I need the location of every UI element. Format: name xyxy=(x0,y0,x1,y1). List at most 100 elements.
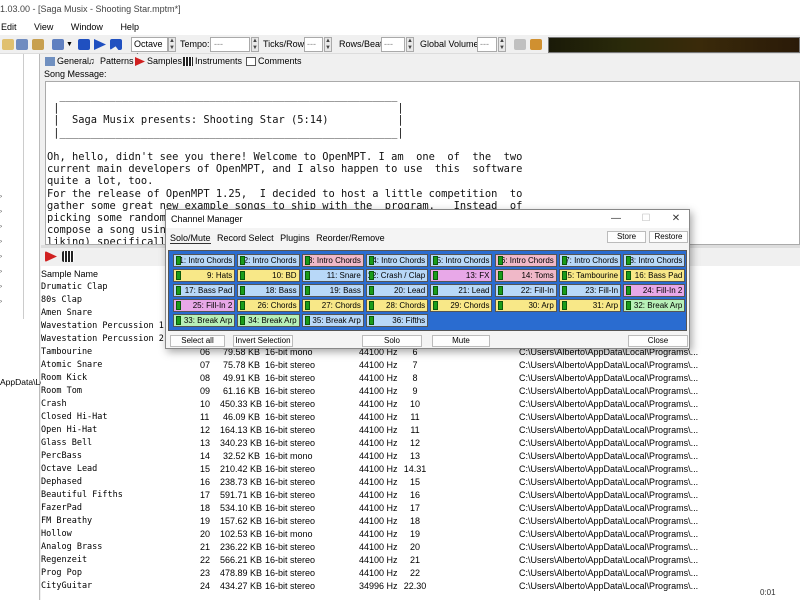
options-icon[interactable] xyxy=(514,39,526,50)
channel-toggle[interactable]: 35: Break Arp xyxy=(301,314,364,327)
tempo-field[interactable]: --- xyxy=(210,37,250,52)
dropdown-arrow-icon[interactable]: ▼ xyxy=(66,39,73,50)
octave-field[interactable]: Octave 4 xyxy=(131,37,168,62)
maximize-icon[interactable]: ☐ xyxy=(636,210,656,228)
tab-patterns[interactable]: ♫ Patterns xyxy=(86,55,134,68)
channel-toggle[interactable]: 33: Break Arp xyxy=(173,314,236,327)
channel-toggle[interactable]: 25: Fill-In 2 xyxy=(173,299,236,312)
select-all-button[interactable]: Select all xyxy=(170,335,225,347)
channel-toggle[interactable]: 24: Fill-In 2 xyxy=(623,284,686,297)
store-button[interactable]: Store xyxy=(607,231,646,243)
table-row[interactable]: Analog Brass 21 236.22 KB 16-bit stereo 4410… xyxy=(41,541,800,554)
restore-button[interactable]: Restore xyxy=(649,231,688,243)
channel-toggle[interactable]: 21: Lead xyxy=(430,284,493,297)
close-icon[interactable]: ✕ xyxy=(666,210,686,228)
channel-toggle[interactable]: 9: Hats xyxy=(173,269,236,282)
play-pattern-icon[interactable] xyxy=(110,39,122,50)
table-row[interactable]: Closed Hi-Hat 11 46.09 KB 16-bit stereo 4410… xyxy=(41,411,800,424)
rows-spinner[interactable]: ▲ ▼ xyxy=(406,37,414,52)
octave-spinner[interactable]: ▲ ▼ xyxy=(168,37,176,52)
table-row[interactable]: Hollow 20 102.53 KB 16-bit mono 44100 Hz 19 C:… xyxy=(41,528,800,541)
table-row[interactable]: Beautiful Fifths 17 591.71 KB 16-bit stereo… xyxy=(41,489,800,502)
keyboard-icon[interactable] xyxy=(62,251,74,262)
ticks-field[interactable]: --- xyxy=(304,37,323,52)
channel-toggle[interactable]: 20: Lead xyxy=(365,284,429,297)
open-icon[interactable] xyxy=(2,39,14,50)
channel-toggle[interactable]: 4: Intro Chords xyxy=(365,254,429,267)
tab-instruments[interactable]: Instruments xyxy=(181,55,242,68)
tab-general[interactable]: General xyxy=(43,55,89,68)
table-row[interactable]: CityGuitar 24 434.27 KB 16-bit stereo 34996 … xyxy=(41,580,800,593)
plugin-icon[interactable] xyxy=(530,39,542,50)
channel-toggle[interactable]: 17: Bass Pad xyxy=(173,284,236,297)
channel-toggle[interactable]: 8: Intro Chords xyxy=(623,254,686,267)
table-row[interactable]: Octave Lead 15 210.42 KB 16-bit stereo 44100… xyxy=(41,463,800,476)
channel-toggle[interactable]: 10: BD xyxy=(237,269,300,282)
volume-field[interactable]: --- xyxy=(477,37,497,52)
tab-record-select[interactable]: Record Select xyxy=(217,233,274,243)
channel-toggle[interactable]: 36: Fifths xyxy=(365,314,429,327)
channel-toggle[interactable]: 15: Tambourine xyxy=(558,269,622,282)
menu-help[interactable]: Help xyxy=(120,22,139,32)
mute-button[interactable]: Mute xyxy=(432,335,490,347)
table-row[interactable]: Open Hi-Hat 12 164.13 KB 16-bit stereo 44100… xyxy=(41,424,800,437)
stop-icon[interactable] xyxy=(78,39,90,50)
tree-view[interactable]: › › › › › › › › xyxy=(0,54,24,319)
table-row[interactable]: Room Kick 08 49.91 KB 16-bit stereo 44100 Hz… xyxy=(41,372,800,385)
menu-view[interactable]: View xyxy=(34,22,53,32)
menu-window[interactable]: Window xyxy=(71,22,103,32)
tab-samples[interactable]: Samples xyxy=(133,55,182,68)
menu-edit[interactable]: Edit xyxy=(1,22,17,32)
channel-toggle[interactable]: 5: Intro Chords xyxy=(430,254,493,267)
table-row[interactable]: Atomic Snare 07 75.78 KB 16-bit stereo 44100… xyxy=(41,359,800,372)
channel-toggle[interactable]: 3: Intro Chords xyxy=(301,254,364,267)
channel-toggle[interactable]: 7: Intro Chords xyxy=(558,254,622,267)
channel-toggle[interactable]: 2: Intro Chords xyxy=(237,254,300,267)
table-row[interactable]: Prog Pop 23 478.89 KB 16-bit stereo 44100 Hz… xyxy=(41,567,800,580)
table-row[interactable]: PercBass 14 32.52 KB 16-bit mono 44100 Hz 13 C… xyxy=(41,450,800,463)
play-song-icon[interactable] xyxy=(52,39,64,50)
volume-spinner[interactable]: ▲ ▼ xyxy=(498,37,506,52)
channel-toggle[interactable]: 6: Intro Chords xyxy=(494,254,557,267)
close-button[interactable]: Close xyxy=(628,335,688,347)
channel-toggle[interactable]: 1: Intro Chords xyxy=(173,254,236,267)
channel-toggle[interactable]: 11: Snare xyxy=(301,269,364,282)
table-row[interactable]: Room Tom 09 61.16 KB 16-bit stereo 44100 Hz 9… xyxy=(41,385,800,398)
minimize-icon[interactable]: — xyxy=(606,210,626,228)
channel-toggle[interactable]: 18: Bass xyxy=(237,284,300,297)
table-row[interactable]: FM Breathy 19 157.62 KB 16-bit stereo 44100 … xyxy=(41,515,800,528)
rows-field[interactable]: --- xyxy=(381,37,405,52)
channel-toggle[interactable]: 13: FX xyxy=(430,269,493,282)
table-row[interactable]: Crash 10 450.33 KB 16-bit stereo 44100 Hz 10 C… xyxy=(41,398,800,411)
samples-icon[interactable] xyxy=(45,251,57,262)
table-row[interactable]: Glass Bell 13 340.23 KB 16-bit stereo 44100 … xyxy=(41,437,800,450)
tempo-spinner[interactable]: ▲ ▼ xyxy=(251,37,259,52)
channel-toggle[interactable]: 14: Toms xyxy=(494,269,557,282)
channel-toggle[interactable]: 30: Arp xyxy=(494,299,557,312)
channel-toggle[interactable]: 12: Crash / Clap xyxy=(365,269,429,282)
channel-toggle[interactable]: 34: Break Arp xyxy=(237,314,300,327)
channel-toggle[interactable]: 16: Bass Pad xyxy=(623,269,686,282)
channel-toggle[interactable]: 22: Fill-In xyxy=(494,284,557,297)
channel-toggle[interactable]: 32: Break Arp xyxy=(623,299,686,312)
play-icon[interactable] xyxy=(94,39,106,50)
ticks-spinner[interactable]: ▲ ▼ xyxy=(324,37,332,52)
channel-toggle[interactable]: 19: Bass xyxy=(301,284,364,297)
channel-toggle[interactable]: 23: Fill-In xyxy=(558,284,622,297)
table-row[interactable]: FazerPad 18 534.10 KB 16-bit stereo 44100 Hz… xyxy=(41,502,800,515)
paste-icon[interactable] xyxy=(32,39,44,50)
invert-selection-button[interactable]: Invert Selection xyxy=(233,335,293,347)
save-icon[interactable] xyxy=(16,39,28,50)
tab-solo-mute[interactable]: Solo/Mute xyxy=(170,233,211,244)
tab-reorder-remove[interactable]: Reorder/Remove xyxy=(316,233,385,243)
channel-toggle[interactable]: 31: Arp xyxy=(558,299,622,312)
channel-toggle[interactable]: 26: Chords xyxy=(237,299,300,312)
table-row[interactable]: Dephased 16 238.73 KB 16-bit stereo 44100 Hz… xyxy=(41,476,800,489)
tab-comments[interactable]: Comments xyxy=(244,55,302,68)
tab-plugins[interactable]: Plugins xyxy=(280,233,310,243)
channel-toggle[interactable]: 28: Chords xyxy=(365,299,429,312)
channel-toggle[interactable]: 29: Chords xyxy=(430,299,493,312)
table-row[interactable]: Regenzeit 22 566.21 KB 16-bit stereo 44100 H… xyxy=(41,554,800,567)
channel-toggle[interactable]: 27: Chords xyxy=(301,299,364,312)
solo-button[interactable]: Solo xyxy=(362,335,422,347)
